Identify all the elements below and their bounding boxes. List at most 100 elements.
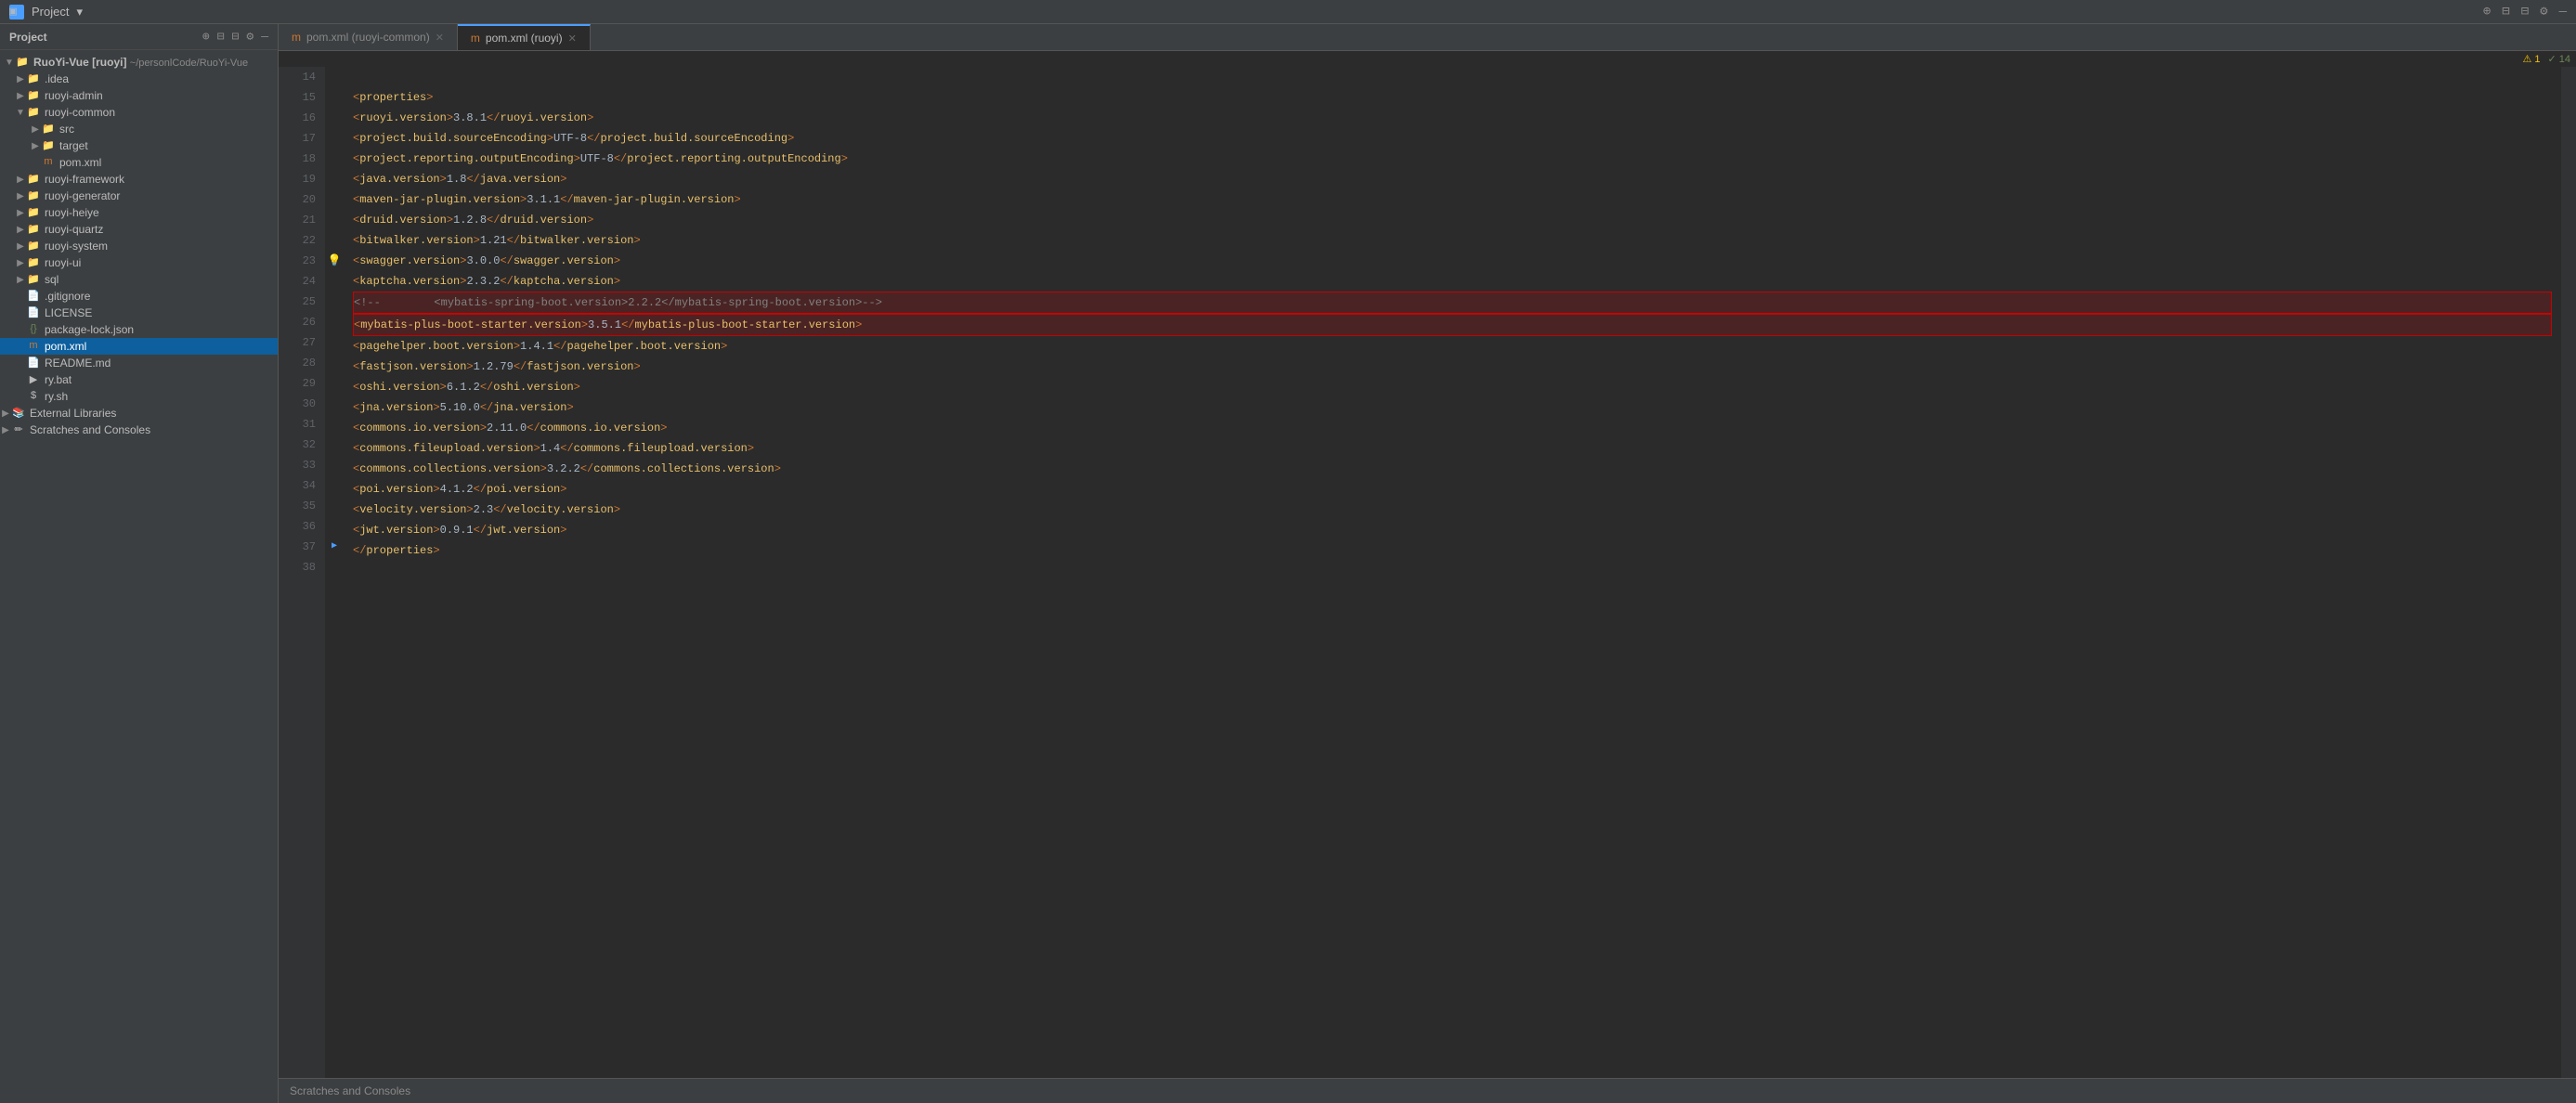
title-bar: ▣ Project ▾ ⊕ ⊟ ⊟ ⚙ — (0, 0, 2576, 24)
tree-item[interactable]: ▶ 📁 ruoyi-heiye (0, 204, 278, 221)
tree-item-label: src (59, 123, 74, 136)
title-action-minimize[interactable]: — (2559, 5, 2567, 19)
sidebar-action-5[interactable]: — (261, 30, 268, 44)
warn-icon: 💡 (328, 251, 342, 271)
tree-item-label: package-lock.json (45, 323, 134, 336)
tree-item[interactable]: ▶ 📁 ruoyi-quartz (0, 221, 278, 238)
tab-pom-ruoyi[interactable]: m pom.xml (ruoyi) ✕ (458, 24, 591, 50)
tree-icon: 📚 (11, 407, 26, 420)
sidebar-action-3[interactable]: ⊟ (232, 30, 240, 44)
tree-item-label: sql (45, 273, 59, 286)
tree-item[interactable]: m pom.xml (0, 338, 278, 355)
tree-icon: 📁 (26, 189, 41, 202)
tree-item-label: .gitignore (45, 290, 90, 303)
code-line: <commons.io.version>2.11.0</commons.io.v… (353, 418, 2552, 438)
editor-content[interactable]: 1415161718192021222324252627282930313233… (279, 67, 2576, 1078)
line-number: 16 (288, 108, 316, 128)
code-line: <kaptcha.version>2.3.2</kaptcha.version> (353, 271, 2552, 292)
gutter-cell (325, 394, 344, 414)
tree-item[interactable]: ▶ 📁 ruoyi-framework (0, 171, 278, 188)
code-area[interactable]: <properties> <ruoyi.version>3.8.1</ruoyi… (344, 67, 2561, 1078)
gutter-cell (325, 557, 344, 577)
tree-item-label: pom.xml (59, 156, 101, 169)
tree-icon: 📁 (26, 273, 41, 286)
tree-item[interactable]: ▶ ry.bat (0, 371, 278, 388)
sidebar-action-4[interactable]: ⚙ (246, 30, 254, 44)
main-layout: Project ⊕ ⊟ ⊟ ⚙ — ▼ 📁 RuoYi-Vue [ruoyi] … (0, 24, 2576, 1103)
tree-icon: 📁 (41, 139, 56, 152)
tree-item-label: Scratches and Consoles (30, 423, 150, 436)
gutter-cell (325, 87, 344, 108)
line-number: 19 (288, 169, 316, 189)
tree-item[interactable]: ▶ 📁 target (0, 137, 278, 154)
tree-arrow: ▶ (15, 241, 26, 252)
code-line: <jna.version>5.10.0</jna.version> (353, 397, 2552, 418)
gutter-cell (325, 332, 344, 353)
line-number: 36 (288, 516, 316, 537)
tree-item[interactable]: ▶ 📁 src (0, 121, 278, 137)
sidebar: Project ⊕ ⊟ ⊟ ⚙ — ▼ 📁 RuoYi-Vue [ruoyi] … (0, 24, 279, 1103)
line-number: 32 (288, 435, 316, 455)
code-line: <fastjson.version>1.2.79</fastjson.versi… (353, 357, 2552, 377)
bottom-panel: Scratches and Consoles (279, 1078, 2576, 1103)
tree-icon: ▶ (26, 373, 41, 386)
tree-arrow: ▶ (30, 124, 41, 135)
tree-arrow: ▶ (15, 175, 26, 185)
line-number: 17 (288, 128, 316, 149)
code-line: <bitwalker.version>1.21</bitwalker.versi… (353, 230, 2552, 251)
gutter-cell (325, 455, 344, 475)
tree-icon: 📁 (26, 106, 41, 119)
title-action-settings[interactable]: ⚙ (2540, 4, 2547, 19)
line-number: 20 (288, 189, 316, 210)
tab-close-1[interactable]: ✕ (568, 32, 577, 45)
title-action-menu2[interactable]: ⊟ (2521, 4, 2529, 19)
tree-item[interactable]: {} package-lock.json (0, 321, 278, 338)
code-line: <velocity.version>2.3</velocity.version> (353, 500, 2552, 520)
tree-icon: 📁 (26, 223, 41, 236)
gutter-cell: 💡 (325, 251, 344, 271)
tree-item[interactable]: ▶ 📁 ruoyi-admin (0, 87, 278, 104)
tree-arrow: ▼ (15, 108, 26, 118)
sidebar-action-2[interactable]: ⊟ (217, 30, 225, 44)
tree-icon: {} (26, 323, 41, 336)
line-number: 24 (288, 271, 316, 292)
code-line: <commons.fileupload.version>1.4</commons… (353, 438, 2552, 459)
tree-item[interactable]: 📄 LICENSE (0, 305, 278, 321)
tree-root-item[interactable]: ▼ 📁 RuoYi-Vue [ruoyi] ~/personlCode/RuoY… (0, 54, 278, 71)
tree-item[interactable]: ▶ 📁 ruoyi-system (0, 238, 278, 254)
gutter-cell (325, 210, 344, 230)
tab-pom-common[interactable]: m pom.xml (ruoyi-common) ✕ (279, 24, 458, 50)
warning-badge: ⚠ 1 (2523, 53, 2541, 65)
tree-items-container: ▶ 📁 .idea ▶ 📁 ruoyi-admin ▼ 📁 ruoyi-comm… (0, 71, 278, 438)
line-number: 26 (288, 312, 316, 332)
tree-item[interactable]: ▶ 📁 sql (0, 271, 278, 288)
tree-item-label: External Libraries (30, 407, 116, 420)
code-line: <commons.collections.version>3.2.2</comm… (353, 459, 2552, 479)
title-bar-dropdown[interactable]: ▾ (76, 5, 83, 19)
tree-item[interactable]: $ ry.sh (0, 388, 278, 405)
title-action-menu1[interactable]: ⊟ (2502, 4, 2509, 19)
tree-item[interactable]: ▶ 📁 ruoyi-ui (0, 254, 278, 271)
tree-item[interactable]: 📄 .gitignore (0, 288, 278, 305)
sidebar-action-1[interactable]: ⊕ (202, 30, 210, 44)
tree-icon: 📁 (26, 173, 41, 186)
tree-item[interactable]: ▼ 📁 ruoyi-common (0, 104, 278, 121)
tree-icon: 📁 (26, 206, 41, 219)
right-gutter (2561, 67, 2576, 1078)
tab-close-0[interactable]: ✕ (436, 32, 444, 44)
tree-item[interactable]: ▶ 📁 ruoyi-generator (0, 188, 278, 204)
tab-bar: m pom.xml (ruoyi-common) ✕ m pom.xml (ru… (279, 24, 2576, 51)
sidebar-tree: ▼ 📁 RuoYi-Vue [ruoyi] ~/personlCode/RuoY… (0, 50, 278, 1103)
line-number: 25 (288, 292, 316, 312)
line-number: 14 (288, 67, 316, 87)
tree-item[interactable]: ▶ ✏ Scratches and Consoles (0, 422, 278, 438)
editor-area: m pom.xml (ruoyi-common) ✕ m pom.xml (ru… (279, 24, 2576, 1103)
tree-item[interactable]: m pom.xml (0, 154, 278, 171)
tree-icon: 📁 (26, 72, 41, 85)
tree-icon: 📁 (26, 256, 41, 269)
tree-root-label: RuoYi-Vue [ruoyi] ~/personlCode/RuoYi-Vu… (33, 56, 248, 69)
title-action-add[interactable]: ⊕ (2483, 4, 2491, 19)
tree-item[interactable]: ▶ 📁 .idea (0, 71, 278, 87)
tree-item[interactable]: ▶ 📚 External Libraries (0, 405, 278, 422)
tree-item[interactable]: 📄 README.md (0, 355, 278, 371)
